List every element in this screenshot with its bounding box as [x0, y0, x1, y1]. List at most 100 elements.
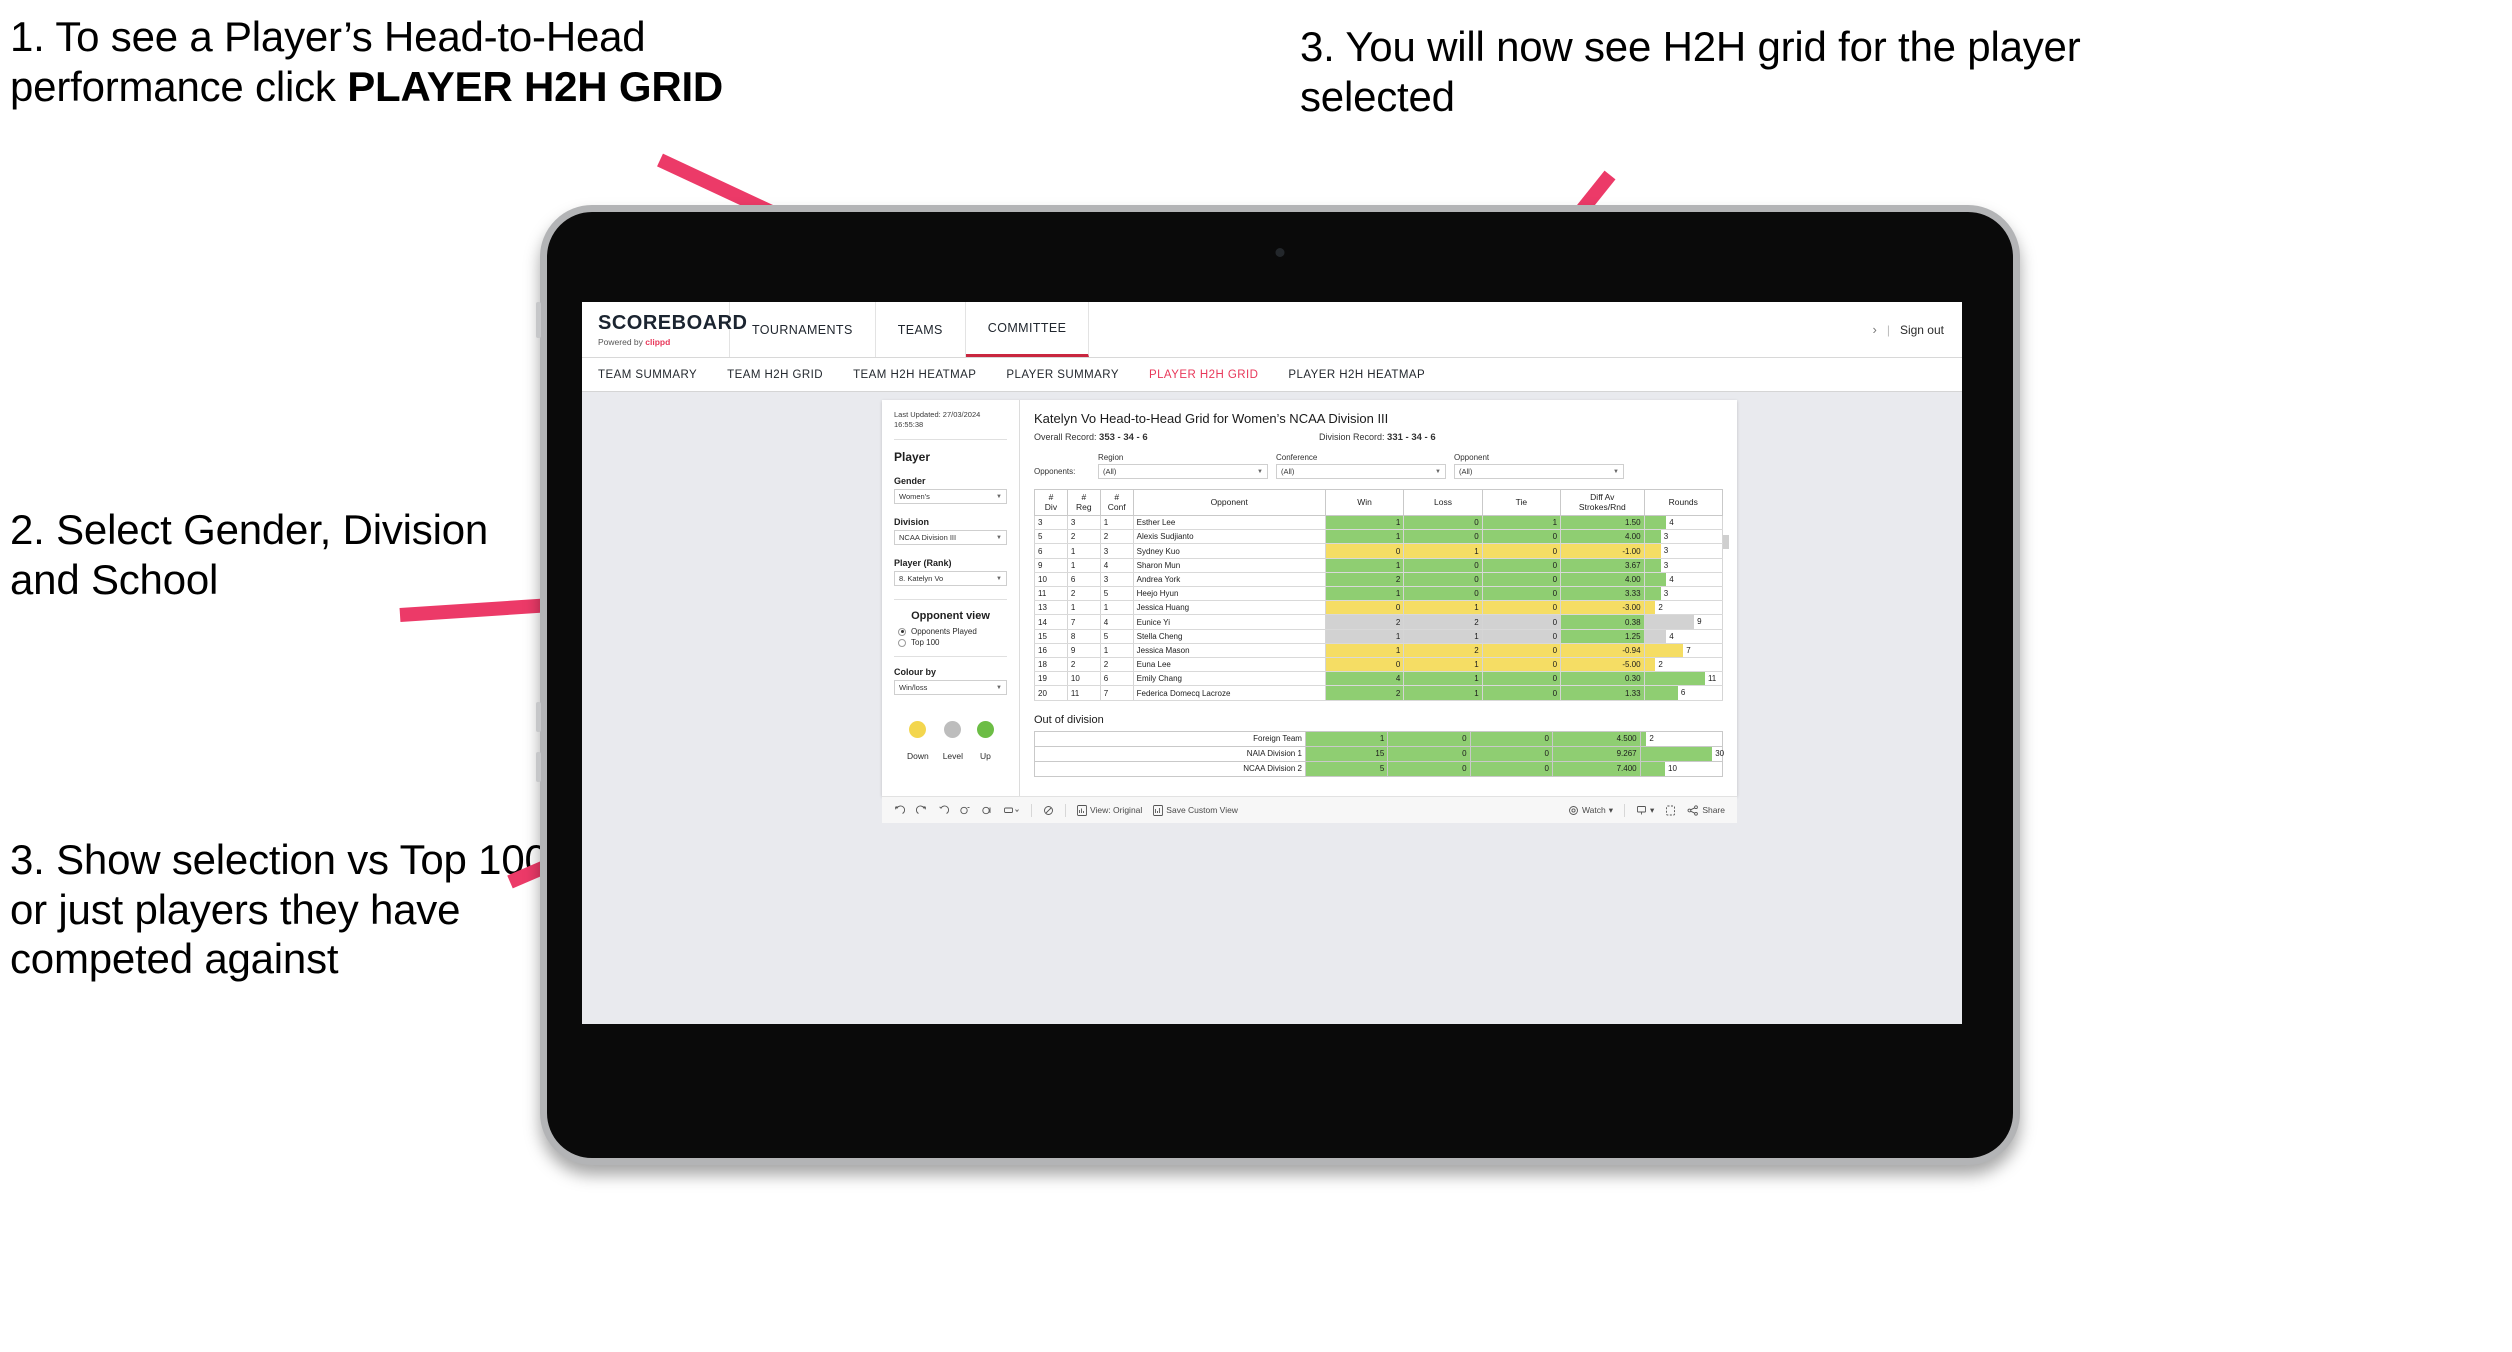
radio-opponents-played[interactable]: Opponents Played — [898, 627, 1007, 636]
table-row[interactable]: 9 1 4 Sharon Mun 1 0 0 3.67 3 — [1034, 558, 1724, 573]
cell-tie: 0 — [1481, 643, 1562, 659]
rounds-value: 30 — [1715, 748, 1725, 758]
table-row[interactable]: 3 3 1 Esther Lee 1 0 1 1.50 4 — [1034, 515, 1724, 531]
table-row[interactable]: 13 1 1 Jessica Huang 0 1 0 -3.00 2 — [1034, 600, 1724, 616]
col-reg: # Reg — [1066, 489, 1101, 516]
table-row[interactable]: 18 2 2 Euna Lee 0 1 0 -5.00 2 — [1034, 657, 1724, 673]
redo-icon[interactable] — [916, 805, 927, 816]
chevron-right-icon[interactable]: › — [1872, 322, 1876, 337]
revert-icon[interactable] — [938, 805, 949, 816]
rounds-bar — [1644, 587, 1661, 601]
rounds-bar — [1644, 643, 1684, 658]
header-right: › | Sign out — [1872, 302, 1962, 357]
cell-opponent: Sharon Mun — [1132, 558, 1326, 573]
download-button[interactable]: ▾ — [1636, 805, 1654, 816]
player-rank-select[interactable]: 8. Katelyn Vo ▼ — [894, 571, 1007, 587]
cell-div: 10 — [1034, 572, 1068, 588]
cell-rounds: 2 — [1643, 657, 1724, 673]
colour-by-label: Colour by — [894, 667, 936, 678]
gender-select[interactable]: Women's ▼ — [894, 489, 1007, 505]
subnav-item-player-h2h-grid[interactable]: PLAYER H2H GRID — [1149, 369, 1258, 381]
table-row[interactable]: 20 11 7 Federica Domecq Lacroze 2 1 0 1.33 6 — [1034, 685, 1724, 701]
brand-logo[interactable]: SCOREBOARD Powered by clippd — [582, 302, 747, 357]
legend-up: Up — [976, 721, 994, 764]
cell-group-name: NAIA Division 1 — [1034, 745, 1306, 762]
cell-diff: 4.00 — [1560, 572, 1645, 588]
division-select[interactable]: NCAA Division III ▼ — [894, 530, 1007, 546]
save-custom-view-button[interactable]: Save Custom View — [1153, 804, 1238, 816]
annotation-step-1-bold: PLAYER H2H GRID — [347, 62, 724, 110]
share-button[interactable]: Share — [1687, 804, 1725, 816]
colour-by-select[interactable]: Win/loss ▼ — [894, 680, 1007, 696]
cell-win: 4 — [1324, 671, 1405, 687]
table-row[interactable]: 16 9 1 Jessica Mason 1 2 0 -0.94 7 — [1034, 643, 1724, 659]
cell-diff: 0.30 — [1560, 671, 1645, 687]
table-row[interactable]: NAIA Division 1 15 0 0 9.267 30 — [1034, 745, 1725, 762]
volume-up-button[interactable] — [536, 702, 541, 732]
cell-win: 1 — [1324, 586, 1405, 602]
subnav-item-team-summary[interactable]: TEAM SUMMARY — [598, 369, 697, 381]
cell-rounds: 2 — [1639, 730, 1724, 747]
share-label: Share — [1702, 805, 1725, 815]
subnav-item-player-h2h-heatmap[interactable]: PLAYER H2H HEATMAP — [1288, 369, 1425, 381]
cell-loss: 2 — [1403, 614, 1483, 630]
table-scrollbar[interactable] — [1723, 535, 1729, 549]
radio-opponents-played-label: Opponents Played — [911, 627, 977, 637]
table-row[interactable]: 10 6 3 Andrea York 2 0 0 4.00 4 — [1034, 572, 1724, 588]
table-row[interactable]: 6 1 3 Sydney Kuo 0 1 0 -1.00 3 — [1034, 543, 1724, 559]
opponent-view-title: Opponent view — [911, 610, 990, 623]
watch-button[interactable]: Watch ▾ — [1568, 805, 1613, 816]
player-rank-label: Player (Rank) — [894, 558, 952, 569]
undo-icon[interactable] — [894, 805, 905, 816]
cell-win: 2 — [1324, 614, 1405, 630]
subnav-item-player-summary[interactable]: PLAYER SUMMARY — [1006, 369, 1119, 381]
conference-filter-select[interactable]: (All) ▼ — [1276, 464, 1446, 479]
power-button[interactable] — [536, 302, 541, 338]
cell-diff: 3.33 — [1560, 586, 1645, 602]
cell-conf: 4 — [1099, 558, 1134, 573]
nav-item-teams[interactable]: TEAMS — [876, 302, 966, 357]
subnav-item-team-h2h-heatmap[interactable]: TEAM H2H HEATMAP — [853, 369, 976, 381]
volume-down-button[interactable] — [536, 752, 541, 782]
rounds-bar — [1644, 658, 1656, 672]
radio-selected-icon — [898, 627, 906, 636]
col-conf: # Conf — [1099, 489, 1134, 516]
table-row[interactable]: Foreign Team 1 0 0 4.500 2 — [1034, 730, 1724, 747]
radio-top-100-label: Top 100 — [911, 638, 940, 648]
watch-label: Watch — [1581, 805, 1606, 815]
table-row[interactable]: 19 10 6 Emily Chang 4 1 0 0.30 11 — [1034, 671, 1724, 687]
cell-loss: 2 — [1403, 643, 1483, 659]
cell-reg: 10 — [1066, 671, 1101, 687]
table-row[interactable]: NCAA Division 2 5 0 0 7.400 10 — [1034, 760, 1724, 777]
show-hide-cards-icon[interactable] — [1043, 805, 1054, 816]
chevron-down-icon: ▼ — [996, 575, 1002, 582]
h2h-grid-table: # Div # Reg # Conf Opponent Win Loss Tie… — [1034, 489, 1724, 701]
col-rounds: Rounds — [1643, 489, 1724, 516]
subnav-item-team-h2h-grid[interactable]: TEAM H2H GRID — [727, 369, 823, 381]
table-row[interactable]: 5 2 2 Alexis Sudjianto 1 0 0 4.00 3 — [1034, 529, 1724, 545]
opponent-filter-select[interactable]: (All) ▼ — [1454, 464, 1624, 479]
pause-updates-icon[interactable] — [982, 805, 993, 816]
rounds-value: 6 — [1680, 688, 1686, 698]
device-preview-icon[interactable] — [1004, 805, 1020, 816]
cell-conf: 1 — [1099, 600, 1134, 616]
cell-reg: 1 — [1066, 600, 1101, 616]
radio-top-100[interactable]: Top 100 — [898, 638, 1007, 647]
nav-item-tournaments[interactable]: TOURNAMENTS — [730, 302, 876, 357]
cell-div: 18 — [1034, 657, 1068, 673]
cell-win: 2 — [1324, 685, 1405, 701]
cell-diff: -0.94 — [1560, 643, 1645, 659]
cell-rounds: 30 — [1639, 745, 1725, 762]
annotation-step-2: 2. Select Gender, Division and School — [10, 506, 489, 603]
refresh-icon[interactable] — [960, 805, 971, 816]
cell-tie: 0 — [1469, 730, 1553, 747]
table-row[interactable]: 11 2 5 Heejo Hyun 1 0 0 3.33 3 — [1034, 586, 1724, 602]
table-row[interactable]: 15 8 5 Stella Cheng 1 1 0 1.25 4 — [1034, 629, 1724, 644]
nav-item-committee[interactable]: COMMITTEE — [965, 302, 1090, 357]
region-filter-select[interactable]: (All) ▼ — [1098, 464, 1268, 479]
cell-conf: 2 — [1099, 657, 1134, 673]
fullscreen-button[interactable] — [1665, 805, 1676, 816]
view-original-button[interactable]: View: Original — [1077, 804, 1142, 816]
sign-out-link[interactable]: Sign out — [1900, 323, 1944, 337]
table-row[interactable]: 14 7 4 Eunice Yi 2 2 0 0.38 9 — [1034, 614, 1724, 630]
